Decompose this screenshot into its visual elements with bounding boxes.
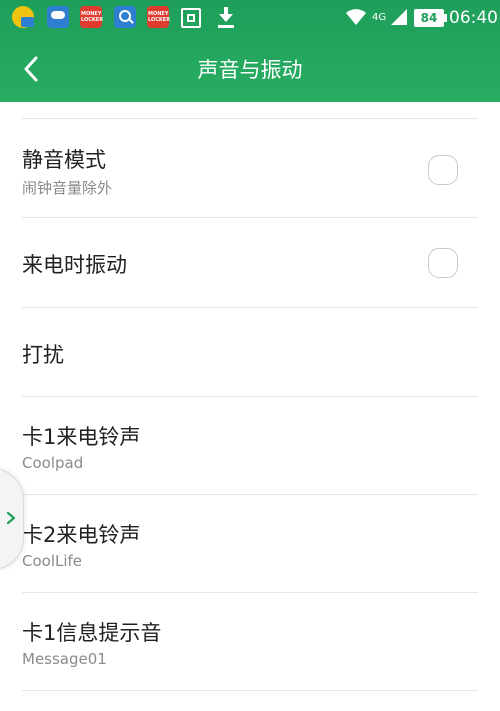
setting-subtitle: Message01 [22,650,107,668]
setting-subtitle: 闹钟音量除外 [22,179,113,197]
status-bar: MONEY LOCKER MONEY LOCKER 4G 84 06:40 [0,0,500,36]
battery-icon: 84 [414,9,447,27]
chevron-right-icon [6,511,16,525]
setting-subtitle: Coolpad [22,454,84,472]
money-locker-icon: MONEY LOCKER [80,6,103,28]
search-app-icon [114,6,136,28]
wifi-icon [346,9,366,25]
setting-do-not-disturb[interactable]: 打扰 [0,308,500,396]
scan-icon [181,8,201,28]
money-locker-icon: MONEY LOCKER [147,6,170,28]
silent-mode-checkbox[interactable] [428,155,458,185]
divider [22,690,478,691]
weather-icon [12,6,34,28]
setting-title: 卡2来电铃声 [22,523,141,547]
clock: 06:40 [449,8,498,28]
setting-subtitle: CoolLife [22,552,83,570]
cloud-icon [47,6,69,28]
chevron-left-icon [24,56,38,82]
setting-title: 静音模式 [22,148,106,172]
setting-sim1-message-tone[interactable]: 卡1信息提示音 Message01 [0,593,500,690]
signal-icon [391,9,407,25]
setting-sim1-ringtone[interactable]: 卡1来电铃声 Coolpad [0,397,500,494]
settings-list: 静音模式 闹钟音量除外 来电时振动 打扰 卡1来电铃声 Coolpad 卡2来电… [0,102,500,711]
back-button[interactable] [14,46,54,90]
setting-title: 来电时振动 [22,253,127,277]
setting-vibrate-on-ring[interactable]: 来电时振动 [0,218,500,307]
setting-sim2-ringtone[interactable]: 卡2来电铃声 CoolLife [0,495,500,592]
network-type-label: 4G [372,12,387,23]
vibrate-on-ring-checkbox[interactable] [428,248,458,278]
setting-silent-mode[interactable]: 静音模式 闹钟音量除外 [0,119,500,217]
toolbar: 声音与振动 [0,36,500,102]
setting-title: 打扰 [22,343,64,367]
page-title: 声音与振动 [197,58,303,82]
setting-title: 卡1信息提示音 [22,621,162,645]
app-header: MONEY LOCKER MONEY LOCKER 4G 84 06:40 声音… [0,0,500,102]
setting-title: 卡1来电铃声 [22,425,141,449]
download-icon [215,6,237,28]
